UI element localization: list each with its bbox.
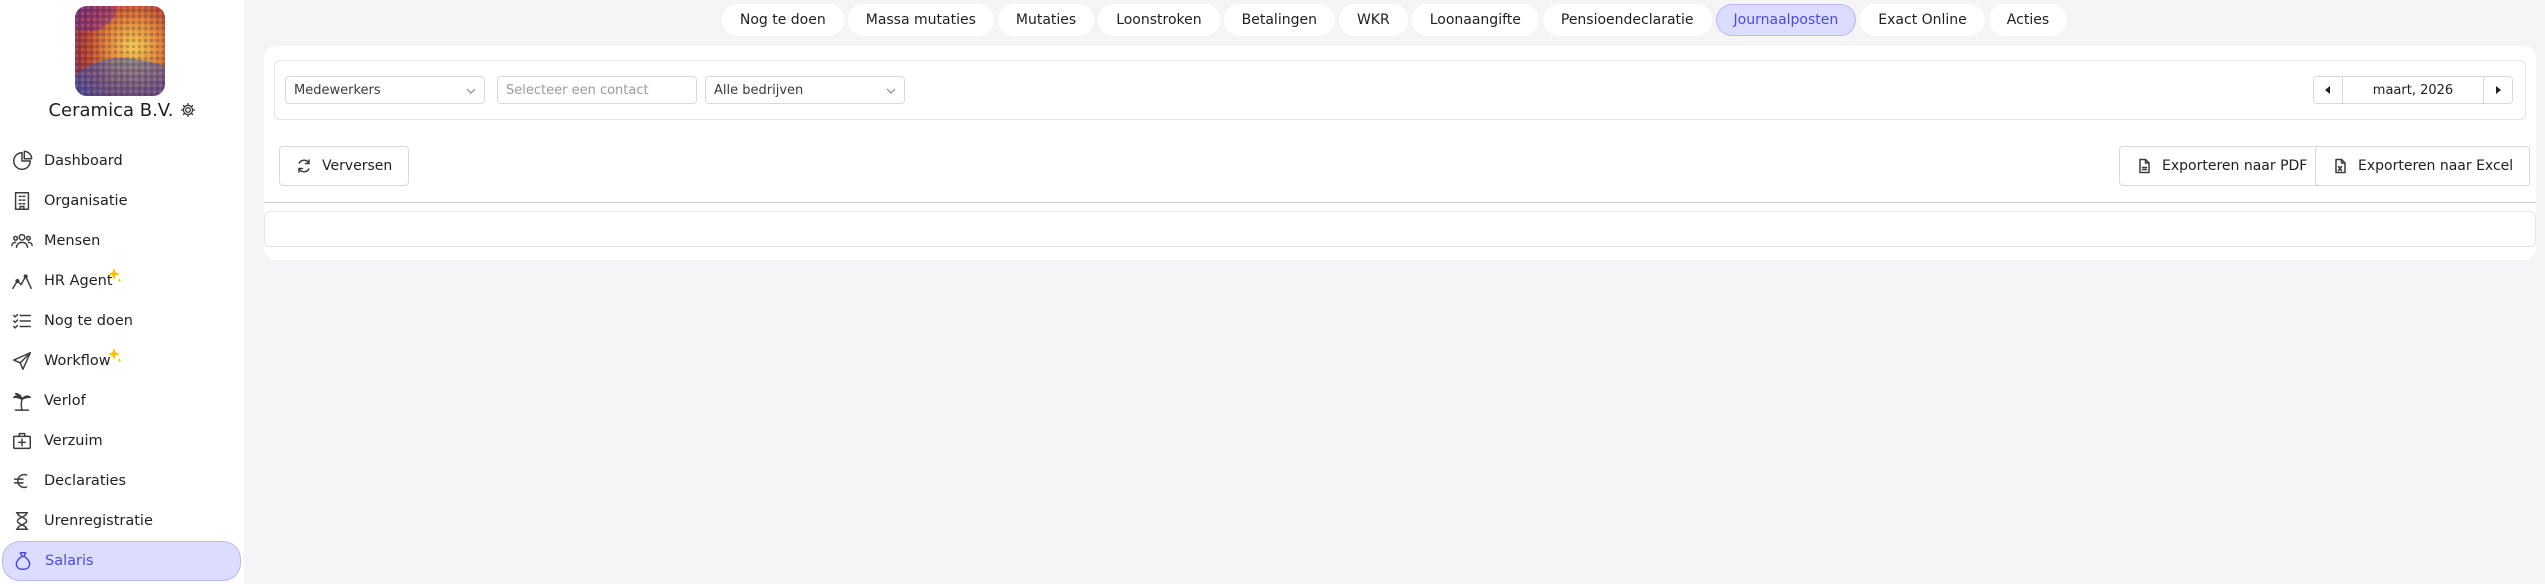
refresh-icon	[298, 159, 310, 173]
tab-loonaangifte[interactable]: Loonaangifte	[1411, 4, 1539, 36]
sidebar-item-mensen[interactable]: Mensen	[0, 221, 244, 261]
sidebar-item-label: Salaris	[45, 553, 94, 569]
medical-kit-icon	[10, 429, 34, 453]
checklist-icon	[10, 309, 34, 333]
sidebar-item-label: Verlof	[44, 393, 86, 409]
paper-plane-icon	[10, 349, 34, 373]
export-pdf-button[interactable]: Exporteren naar PDF	[2119, 146, 2325, 186]
euro-icon	[10, 469, 34, 493]
sidebar: Ceramica B.V. Dashboard Organisatie Mens…	[0, 0, 244, 584]
sparkle-icon	[105, 347, 123, 365]
period-picker: maart, 2026	[2313, 76, 2513, 104]
gear-icon[interactable]	[180, 102, 196, 118]
tab-wkr[interactable]: WKR	[1338, 4, 1408, 36]
chevron-down-icon	[466, 85, 476, 95]
hr-agent-icon	[10, 269, 34, 293]
sidebar-item-workflow[interactable]: Workflow	[0, 341, 244, 381]
sparkle-icon	[105, 267, 123, 285]
contact-select-placeholder: Selecteer een contact	[506, 82, 649, 98]
main-content: Nog te doen Massa mutaties Mutaties Loon…	[244, 0, 2545, 584]
sidebar-item-declaraties[interactable]: Declaraties	[0, 461, 244, 501]
file-pdf-icon	[2139, 158, 2150, 174]
sidebar-item-urenregistratie[interactable]: Urenregistratie	[0, 501, 244, 541]
journaalposten-panel: Medewerkers Selecteer een contact Alle b…	[264, 46, 2536, 260]
tab-bar: Nog te doen Massa mutaties Mutaties Loon…	[244, 4, 2545, 36]
caret-left-icon	[2325, 86, 2330, 94]
tab-acties[interactable]: Acties	[1988, 4, 2068, 36]
sidebar-item-label: Nog te doen	[44, 313, 133, 329]
company-name-label: Ceramica B.V.	[48, 100, 174, 121]
building-icon	[10, 189, 34, 213]
tab-massa-mutaties[interactable]: Massa mutaties	[847, 4, 994, 36]
export-excel-button-label: Exporteren naar Excel	[2358, 158, 2514, 174]
employees-select[interactable]: Medewerkers	[285, 76, 485, 104]
sidebar-item-label: Mensen	[44, 233, 101, 249]
tab-mutaties[interactable]: Mutaties	[997, 4, 1095, 36]
sidebar-item-dashboard[interactable]: Dashboard	[0, 141, 244, 181]
filter-bar: Medewerkers Selecteer een contact Alle b…	[274, 60, 2526, 120]
refresh-button[interactable]: Verversen	[279, 146, 410, 186]
file-excel-icon	[2335, 158, 2346, 174]
companies-select[interactable]: Alle bedrijven	[705, 76, 905, 104]
sidebar-item-label: Verzuim	[44, 433, 103, 449]
refresh-button-label: Verversen	[322, 158, 393, 174]
divider	[264, 202, 2536, 203]
sidebar-item-label: Dashboard	[44, 153, 123, 169]
sidebar-item-verlof[interactable]: Verlof	[0, 381, 244, 421]
hourglass-icon	[10, 509, 34, 533]
caret-right-icon	[2496, 86, 2501, 94]
tab-journaalposten[interactable]: Journaalposten	[1715, 4, 1857, 36]
employees-select-value: Medewerkers	[294, 82, 381, 98]
sidebar-item-label: Declaraties	[44, 473, 127, 489]
sidebar-item-label: Workflow	[44, 353, 111, 369]
sidebar-item-verzuim[interactable]: Verzuim	[0, 421, 244, 461]
sidebar-nav: Dashboard Organisatie Mensen HR Agent No…	[0, 141, 244, 581]
sidebar-item-label: Urenregistratie	[44, 513, 153, 529]
tab-nog-te-doen[interactable]: Nog te doen	[721, 4, 844, 36]
sidebar-item-hr-agent[interactable]: HR Agent	[0, 261, 244, 301]
company-logo[interactable]	[75, 6, 165, 96]
export-excel-button[interactable]: Exporteren naar Excel	[2315, 146, 2531, 186]
tab-betalingen[interactable]: Betalingen	[1223, 4, 1335, 36]
sidebar-item-label: Organisatie	[44, 193, 128, 209]
contact-select[interactable]: Selecteer een contact	[497, 76, 697, 104]
sidebar-item-organisatie[interactable]: Organisatie	[0, 181, 244, 221]
palm-tree-icon	[10, 389, 34, 413]
tab-pensioendeclaratie[interactable]: Pensioendeclaratie	[1542, 4, 1712, 36]
sidebar-item-nog-te-doen[interactable]: Nog te doen	[0, 301, 244, 341]
tab-loonstroken[interactable]: Loonstroken	[1098, 4, 1220, 36]
next-period-button[interactable]	[2484, 77, 2512, 103]
previous-period-button[interactable]	[2314, 77, 2342, 103]
chevron-down-icon	[886, 85, 896, 95]
sidebar-item-salaris[interactable]: Salaris	[2, 541, 241, 581]
company-name: Ceramica B.V.	[0, 100, 244, 121]
journal-entries-table	[264, 211, 2536, 247]
companies-select-value: Alle bedrijven	[714, 82, 804, 98]
people-icon	[10, 229, 34, 253]
period-value[interactable]: maart, 2026	[2342, 77, 2484, 103]
money-bag-icon	[11, 549, 35, 573]
export-pdf-button-label: Exporteren naar PDF	[2162, 158, 2308, 174]
tab-exact-online[interactable]: Exact Online	[1860, 4, 1985, 36]
dashboard-icon	[10, 149, 34, 173]
sidebar-item-label: HR Agent	[44, 273, 113, 289]
